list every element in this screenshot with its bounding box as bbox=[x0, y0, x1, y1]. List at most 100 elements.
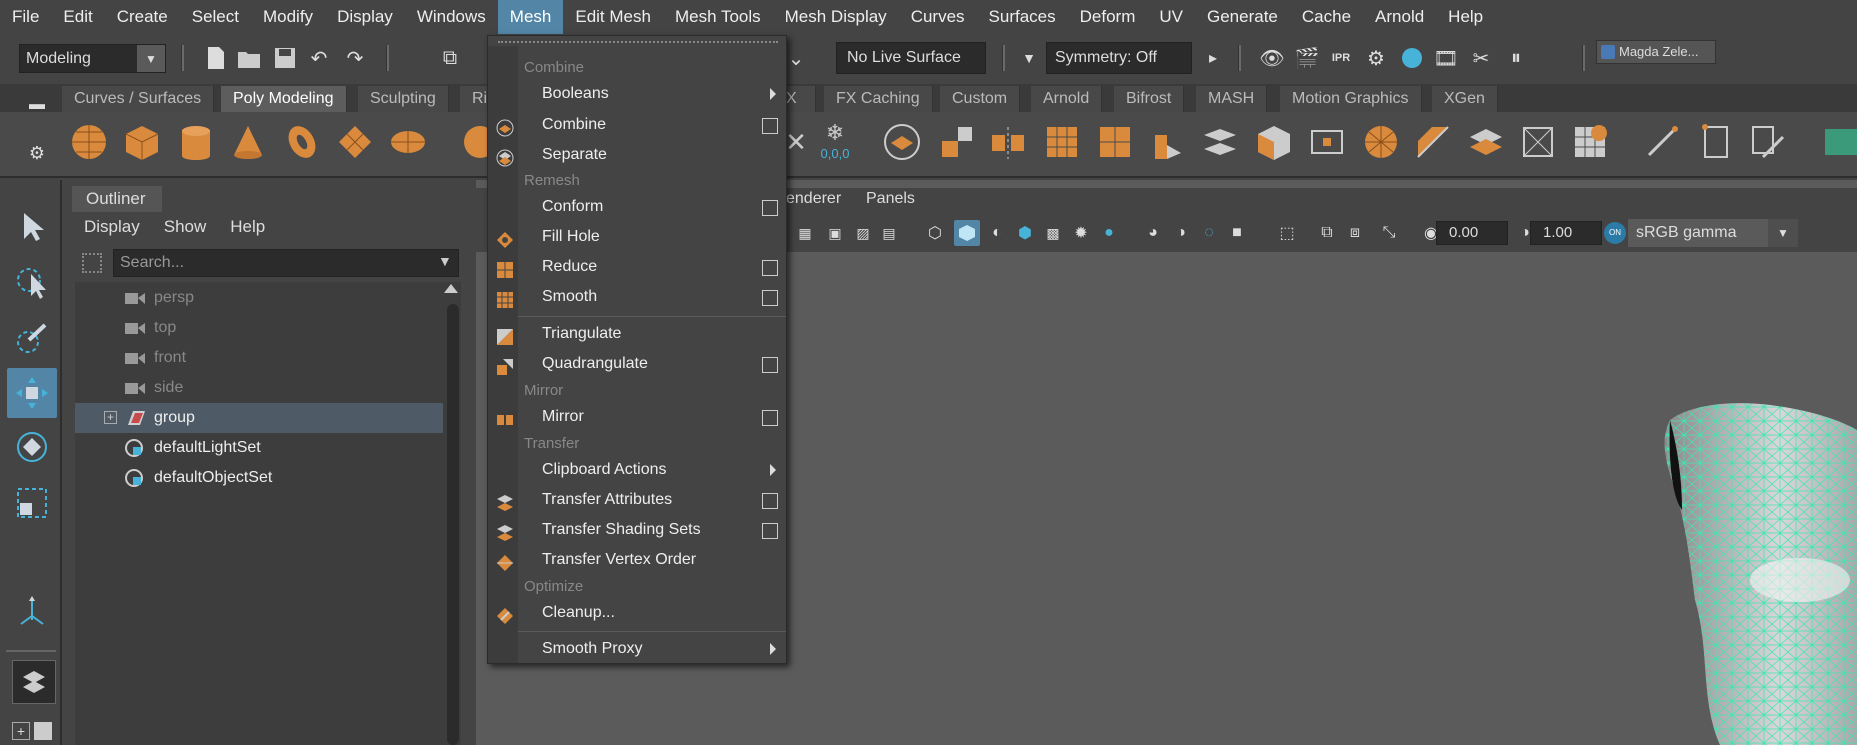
workspace-dropdown[interactable]: Modeling ▼ bbox=[19, 44, 166, 73]
shaded-wire-icon[interactable]: ◐ bbox=[984, 220, 1010, 246]
menu-mesh[interactable]: Mesh bbox=[497, 0, 564, 34]
tear-off-handle[interactable] bbox=[498, 41, 778, 44]
menu-item-quadrangulate[interactable]: Quadrangulate bbox=[518, 349, 786, 379]
bridge-tool-icon[interactable] bbox=[1200, 120, 1240, 164]
menu-curves[interactable]: Curves bbox=[899, 0, 977, 34]
target-weld-icon[interactable] bbox=[1413, 120, 1453, 164]
menu-deform[interactable]: Deform bbox=[1068, 0, 1148, 34]
lasso-tool-icon[interactable] bbox=[7, 258, 57, 308]
menu-item-smooth[interactable]: Smooth bbox=[518, 282, 786, 312]
render-settings-icon[interactable]: ⚙ bbox=[1363, 45, 1389, 71]
menu-windows[interactable]: Windows bbox=[405, 0, 498, 34]
image-plane-icon[interactable]: ▤ bbox=[876, 220, 902, 246]
menu-select[interactable]: Select bbox=[180, 0, 251, 34]
bevel-tool-icon[interactable] bbox=[1254, 120, 1294, 164]
garment-mesh[interactable] bbox=[1660, 400, 1857, 745]
user-account-button[interactable]: Magda Zele... bbox=[1596, 40, 1716, 64]
shelf-tab-xgen[interactable]: XGen bbox=[1432, 86, 1498, 112]
combine-tool-icon[interactable] bbox=[882, 120, 922, 164]
menu-create[interactable]: Create bbox=[105, 0, 180, 34]
menu-item-separate[interactable]: Separate bbox=[518, 140, 786, 170]
color-management-toggle[interactable]: ON bbox=[1604, 222, 1626, 244]
menu-item-booleans[interactable]: Booleans bbox=[518, 79, 786, 109]
film-gate-icon[interactable]: ▣ bbox=[822, 220, 848, 246]
menu-surfaces[interactable]: Surfaces bbox=[977, 0, 1068, 34]
lights-icon[interactable]: ✹ bbox=[1068, 220, 1094, 246]
multi-cut-icon[interactable] bbox=[1361, 120, 1401, 164]
redo-icon[interactable]: ↷ bbox=[342, 45, 368, 71]
shelf-tab-sculpting[interactable]: Sculpting bbox=[358, 86, 449, 112]
scale-tool-icon[interactable] bbox=[7, 478, 57, 528]
menu-mesh-tools[interactable]: Mesh Tools bbox=[663, 0, 773, 34]
snowflake-readout[interactable]: ❄ 0,0,0 bbox=[815, 118, 855, 162]
layout-plus-icon[interactable]: + bbox=[12, 722, 30, 740]
viewport-menu-panels[interactable]: Panels bbox=[866, 190, 915, 208]
outliner-item-front[interactable]: front bbox=[75, 343, 443, 373]
hypershade-icon[interactable] bbox=[1399, 45, 1425, 71]
edit-pencil-icon[interactable] bbox=[1748, 120, 1788, 164]
menu-edit-mesh[interactable]: Edit Mesh bbox=[563, 0, 663, 34]
gamma-field[interactable]: 1.00 bbox=[1530, 221, 1602, 245]
outliner-item-top[interactable]: top bbox=[75, 313, 443, 343]
menu-item-cleanup[interactable]: Cleanup... bbox=[518, 598, 786, 628]
textures-icon[interactable]: ▩ bbox=[1040, 220, 1066, 246]
menu-arnold[interactable]: Arnold bbox=[1363, 0, 1436, 34]
anti-aliasing-icon[interactable]: ◌ bbox=[1196, 220, 1222, 246]
shelf-tab-mash[interactable]: MASH bbox=[1196, 86, 1268, 112]
colorspace-dropdown[interactable]: sRGB gamma ▼ bbox=[1628, 219, 1798, 247]
reduce-tool-icon[interactable] bbox=[1095, 120, 1135, 164]
outliner-menu-help[interactable]: Help bbox=[218, 214, 277, 240]
smooth-tool-icon[interactable] bbox=[1042, 120, 1082, 164]
separate-tool-icon[interactable] bbox=[937, 120, 977, 164]
menu-mesh-display[interactable]: Mesh Display bbox=[773, 0, 899, 34]
shelf-tab-rigging[interactable]: Ri bbox=[460, 86, 490, 112]
motion-blur-icon[interactable]: ◑ bbox=[1168, 220, 1194, 246]
shelf-menu-icon[interactable]: ▬ bbox=[24, 92, 50, 118]
shelf-tab-custom[interactable]: Custom bbox=[940, 86, 1021, 112]
xray-icon[interactable]: ⬢ bbox=[1012, 220, 1038, 246]
poly-cube-icon[interactable] bbox=[122, 120, 162, 164]
quad-draw-icon[interactable] bbox=[1518, 120, 1558, 164]
resolution-gate-icon[interactable]: ▨ bbox=[850, 220, 876, 246]
filter-icon[interactable] bbox=[82, 253, 102, 273]
depth-of-field-icon[interactable]: ■ bbox=[1224, 220, 1250, 246]
poly-cylinder-icon[interactable] bbox=[176, 120, 216, 164]
option-box[interactable] bbox=[762, 118, 778, 134]
menu-display[interactable]: Display bbox=[325, 0, 405, 34]
sculpt-pen-icon[interactable] bbox=[1642, 120, 1682, 164]
scrollbar-thumb[interactable] bbox=[447, 304, 459, 745]
poly-torus-icon[interactable] bbox=[282, 120, 322, 164]
layout-shelf-icon[interactable] bbox=[34, 722, 52, 740]
new-scene-icon[interactable] bbox=[203, 45, 229, 71]
menu-modify[interactable]: Modify bbox=[251, 0, 325, 34]
menu-item-transfer-attributes[interactable]: Transfer Attributes bbox=[518, 485, 786, 515]
save-scene-icon[interactable] bbox=[272, 45, 298, 71]
exposure-field[interactable]: 0.00 bbox=[1436, 221, 1508, 245]
option-box[interactable] bbox=[762, 523, 778, 539]
menu-cache[interactable]: Cache bbox=[1290, 0, 1363, 34]
shelf-tab-poly-modeling[interactable]: Poly Modeling bbox=[221, 86, 347, 112]
menu-item-clipboard-actions[interactable]: Clipboard Actions bbox=[518, 455, 786, 485]
outliner-scrollbar[interactable] bbox=[443, 282, 461, 745]
search-dropdown-icon[interactable]: ▼ bbox=[438, 253, 452, 269]
undo-icon[interactable]: ↶ bbox=[306, 45, 332, 71]
menu-uv[interactable]: UV bbox=[1147, 0, 1195, 34]
outliner-search-input[interactable]: Search... bbox=[113, 249, 459, 277]
render-setup-icon[interactable]: 🎞 bbox=[1433, 45, 1459, 71]
menu-help[interactable]: Help bbox=[1436, 0, 1495, 34]
option-box[interactable] bbox=[762, 290, 778, 306]
smooth-shade-icon[interactable] bbox=[954, 220, 980, 246]
shelf-tab-arnold[interactable]: Arnold bbox=[1031, 86, 1103, 112]
xray-joints-icon[interactable]: ⧉ bbox=[1314, 220, 1340, 246]
outliner-item-group[interactable]: + group bbox=[75, 403, 443, 433]
screen-space-ao-icon[interactable]: ◕ bbox=[1140, 220, 1166, 246]
menu-file[interactable]: File bbox=[0, 0, 51, 34]
uv-editor-icon[interactable] bbox=[1696, 120, 1736, 164]
camera-attributes-icon[interactable]: ⤡ bbox=[1376, 220, 1402, 246]
ipr-render-icon[interactable]: IPR bbox=[1328, 45, 1354, 71]
option-box[interactable] bbox=[762, 493, 778, 509]
wireframe-icon[interactable]: ⬡ bbox=[922, 220, 948, 246]
scroll-up-icon[interactable] bbox=[444, 284, 458, 293]
menu-item-mirror[interactable]: Mirror bbox=[518, 402, 786, 432]
expand-arrow-icon[interactable]: ▸ bbox=[1200, 45, 1226, 71]
